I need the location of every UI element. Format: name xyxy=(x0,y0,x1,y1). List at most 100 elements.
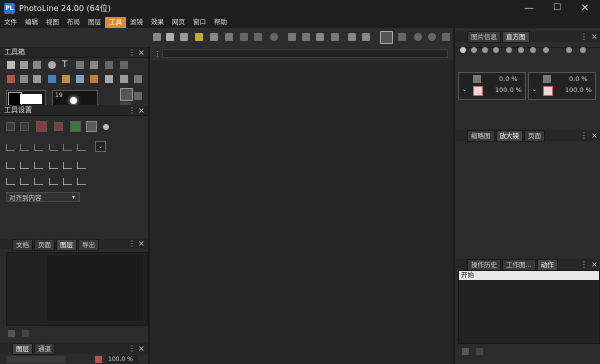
tab-document[interactable]: 文档 xyxy=(12,239,33,251)
gradient-tool-icon[interactable] xyxy=(62,75,70,83)
tab-histogram[interactable]: 直方图 xyxy=(502,31,530,43)
tool-settings-close-button[interactable]: × xyxy=(138,105,145,116)
move-tool-icon[interactable] xyxy=(20,61,28,69)
document-panel-close-button[interactable]: × xyxy=(138,239,145,249)
marquee-tool-icon[interactable] xyxy=(120,61,128,69)
tab-magnifier[interactable]: 放大镜 xyxy=(495,130,523,142)
next-icon[interactable] xyxy=(254,33,262,41)
tab-thumbnail[interactable]: 缩略图 xyxy=(467,130,495,142)
arrow-tool-icon[interactable] xyxy=(86,121,97,132)
distribute-hcenter-icon[interactable] xyxy=(20,162,29,169)
info-panel-close-button[interactable]: × xyxy=(591,31,598,42)
canvas-area[interactable] xyxy=(150,60,453,364)
save-as-icon[interactable] xyxy=(225,33,233,41)
select-box-icon[interactable] xyxy=(20,122,29,131)
chevron-down-icon[interactable]: ⌄ xyxy=(462,86,467,93)
brush-mode-icon[interactable] xyxy=(380,31,393,44)
new-document-icon[interactable] xyxy=(166,33,174,41)
chevron-down-icon[interactable]: ⌄ xyxy=(532,86,537,93)
color-mode-icon[interactable] xyxy=(506,47,512,53)
color-mode-icon[interactable] xyxy=(580,47,586,53)
paste-icon[interactable] xyxy=(316,33,324,41)
document-list[interactable] xyxy=(6,252,148,326)
select-option-icon[interactable] xyxy=(6,122,15,131)
align-right-icon[interactable] xyxy=(34,144,43,151)
crop-tool-icon[interactable] xyxy=(76,61,84,69)
color-mode-icon[interactable] xyxy=(482,47,488,53)
text-tool-icon[interactable]: T xyxy=(62,61,70,70)
trash-icon[interactable] xyxy=(8,330,15,337)
history-item-start[interactable]: 开始 xyxy=(459,271,599,280)
swap-icon[interactable] xyxy=(134,92,142,100)
opacity-field[interactable]: 100.0 % xyxy=(106,355,138,364)
menu-effects[interactable]: 效果 xyxy=(147,17,168,28)
toolbox-close-button[interactable]: × xyxy=(138,47,145,58)
menu-file[interactable]: 文件 xyxy=(0,17,21,28)
tab-page[interactable]: 页面 xyxy=(524,130,545,142)
tab-channels[interactable]: 通道 xyxy=(34,343,55,355)
space-h3-icon[interactable] xyxy=(34,178,43,185)
eraser-tool-icon[interactable] xyxy=(33,75,41,83)
open-folder-icon[interactable] xyxy=(195,33,203,41)
select-layer-icon[interactable] xyxy=(36,121,47,132)
space-h-icon[interactable] xyxy=(6,178,15,185)
layers-panel-close-button[interactable]: × xyxy=(138,343,145,354)
tab-export[interactable]: 导出 xyxy=(78,239,99,251)
history-list[interactable]: 开始 xyxy=(458,270,600,344)
maximize-button[interactable]: ☐ xyxy=(543,0,571,17)
panel-menu-icon[interactable]: ⋮ xyxy=(580,130,588,141)
color-picker-icon[interactable] xyxy=(460,47,466,53)
shape-tool-icon[interactable] xyxy=(90,61,98,69)
space-v2-icon[interactable] xyxy=(63,178,72,185)
clone-tool-icon[interactable] xyxy=(90,75,98,83)
tab-pages[interactable]: 页面 xyxy=(34,239,55,251)
trash-icon[interactable] xyxy=(462,348,469,355)
zoom-tool-icon[interactable] xyxy=(120,75,128,83)
fill-tool-icon[interactable] xyxy=(48,75,56,83)
panel-menu-icon[interactable]: ⋮ xyxy=(128,239,136,249)
hand-tool-icon[interactable] xyxy=(134,75,142,83)
menu-tools[interactable]: 工具 xyxy=(105,17,126,28)
panel-menu-icon[interactable]: ⋮ xyxy=(580,259,588,270)
menu-layer[interactable]: 图层 xyxy=(84,17,105,28)
lasso-tool-icon[interactable] xyxy=(105,61,113,69)
minimize-button[interactable]: — xyxy=(515,0,543,17)
color-mode-icon[interactable] xyxy=(471,47,477,53)
color-mode-icon[interactable] xyxy=(543,47,549,53)
menu-edit[interactable]: 编辑 xyxy=(21,17,42,28)
gear-icon[interactable] xyxy=(103,124,109,130)
undo-icon[interactable] xyxy=(348,33,356,41)
open-file-icon[interactable] xyxy=(180,33,188,41)
pen-tool-icon[interactable] xyxy=(7,75,15,83)
tab-layer[interactable]: 图层 xyxy=(12,343,33,355)
color-mode-icon[interactable] xyxy=(493,47,499,53)
panel-menu-icon[interactable]: ⋮ xyxy=(128,343,136,354)
secondary-color-swatch[interactable] xyxy=(20,94,42,104)
circle-outline-icon[interactable] xyxy=(428,33,436,41)
menu-web[interactable]: 网页 xyxy=(168,17,189,28)
copy-icon[interactable] xyxy=(302,33,310,41)
select-mask-icon[interactable] xyxy=(54,122,63,131)
distribute-bottom-icon[interactable] xyxy=(77,162,86,169)
menu-window[interactable]: 窗口 xyxy=(189,17,210,28)
align-target-select[interactable]: 对齐到内容 ▾ xyxy=(6,192,80,202)
align-hcenter-icon[interactable] xyxy=(20,144,29,151)
menu-filter[interactable]: 滤镜 xyxy=(126,17,147,28)
align-vcenter-icon[interactable] xyxy=(63,144,72,151)
menu-layout[interactable]: 布局 xyxy=(63,17,84,28)
navigator-view[interactable] xyxy=(455,142,600,258)
tab-layers[interactable]: 图层 xyxy=(56,239,77,251)
color-mode-icon[interactable] xyxy=(566,47,572,53)
layer-mode-icon[interactable] xyxy=(120,88,133,101)
space-h2-icon[interactable] xyxy=(20,178,29,185)
distribute-left-icon[interactable] xyxy=(6,162,15,169)
align-left-icon[interactable] xyxy=(6,144,15,151)
circle-icon[interactable] xyxy=(414,33,422,41)
transform-tool-icon[interactable] xyxy=(33,61,41,69)
link-icon[interactable] xyxy=(22,330,29,337)
distribute-top-icon[interactable] xyxy=(49,162,58,169)
brush-tool-icon[interactable] xyxy=(20,75,28,83)
redo-icon[interactable] xyxy=(362,33,370,41)
color-mode-icon[interactable] xyxy=(530,47,536,53)
align-top-icon[interactable] xyxy=(49,144,58,151)
